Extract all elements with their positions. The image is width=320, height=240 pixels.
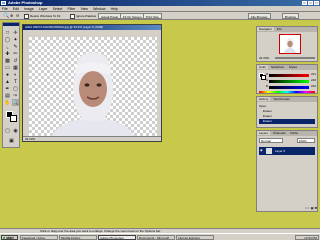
system-tray-clock[interactable]: 12:54 PM <box>295 235 319 240</box>
zoom-in-icon[interactable]: ⊕ <box>10 13 13 19</box>
actual-pixels-button[interactable]: Actual Pixels <box>98 13 122 19</box>
gradient-tool-icon[interactable]: ▦ <box>12 64 19 71</box>
crop-tool-icon[interactable]: ⌞ <box>4 43 11 50</box>
tab-swatches[interactable]: Swatches <box>269 65 286 69</box>
tools-palette: □ ✛ ◯ ✦ ⌞ ✎ ✚ ✏ ▩ ↺ ▭ ▦ ● ◐ ▲ T ✒ ▢ ▤ ✑ … <box>2 22 20 148</box>
hand-tool-icon[interactable]: ✋ <box>4 99 11 106</box>
hijab-portrait-image <box>49 52 137 141</box>
layer-row-selected[interactable]: ◉ Layer 0 <box>259 147 315 155</box>
navigator-tabs: Navigator Info <box>257 27 317 32</box>
ignore-palettes-checkbox[interactable]: Ignore Palettes <box>70 13 96 19</box>
tab-channels[interactable]: Channels <box>271 131 288 135</box>
brushes-tab[interactable]: Brushes <box>282 13 300 19</box>
eye-icon[interactable]: ◉ <box>260 148 264 153</box>
layers-tabs: Layers Channels Paths <box>257 131 317 136</box>
tools-palette-titlebar <box>3 23 19 26</box>
navigator-zoom-value: 33.33% <box>259 56 270 60</box>
document-zoom-level: 33.33% <box>23 136 161 141</box>
start-button[interactable]: ■ start <box>1 235 18 240</box>
magic-wand-tool-icon[interactable]: ✦ <box>12 36 19 43</box>
healing-brush-tool-icon[interactable]: ✚ <box>4 50 11 57</box>
history-item-selected[interactable]: Eraser <box>259 119 315 124</box>
color-r-slider[interactable] <box>269 74 309 77</box>
standard-mode-icon[interactable]: ▢ <box>4 127 11 134</box>
quick-mask-mode-icon[interactable]: ◉ <box>12 127 19 134</box>
color-tabs: Color Swatches Styles <box>257 65 317 70</box>
taskbar: ■ start Facebook | Inbox Mozilla Firefox… <box>0 233 320 240</box>
windows-logo-icon: ■ <box>3 236 6 240</box>
tab-color[interactable]: Color <box>257 65 269 69</box>
opacity-field[interactable]: 100% <box>297 138 315 143</box>
taskbar-item[interactable]: Facebook | Inbox <box>20 235 58 240</box>
options-bar: 🔍 ⊕ ⊖ Resize Windows To Fit Ignore Palet… <box>0 12 320 20</box>
tab-navigator[interactable]: Navigator <box>257 27 274 31</box>
resize-windows-checkbox[interactable]: Resize Windows To Fit <box>24 13 60 19</box>
layers-footer-icons[interactable]: □ ○ ▦ ✖ <box>287 206 317 211</box>
background-color-swatch[interactable] <box>10 115 17 122</box>
tab-styles[interactable]: Styles <box>287 65 299 69</box>
tab-history[interactable]: History <box>257 97 271 101</box>
blend-mode-select[interactable]: Normal <box>259 138 283 143</box>
slice-tool-icon[interactable]: ✎ <box>12 43 19 50</box>
close-button[interactable] <box>314 1 319 5</box>
color-g-label: G <box>266 78 269 82</box>
history-brush-tool-icon[interactable]: ↺ <box>12 57 19 64</box>
color-g-value[interactable]: 246 <box>311 78 316 82</box>
document-title: HIDA WIDYA KHOIRUNNISA.jpg @ 33.3% (Laye… <box>23 25 161 30</box>
navigator-portrait-thumbnail <box>284 38 296 53</box>
marquee-tool-icon[interactable]: □ <box>4 29 11 36</box>
color-b-value[interactable]: 232 <box>311 84 316 88</box>
history-palette: History Tool Presets Open Eraser Eraser … <box>256 96 318 128</box>
layer-thumbnail <box>266 148 272 154</box>
lasso-tool-icon[interactable]: ◯ <box>4 36 11 43</box>
navigator-zoom-slider[interactable] <box>275 57 315 59</box>
print-size-button[interactable]: Print Size <box>143 13 162 19</box>
color-ramp[interactable] <box>259 91 315 93</box>
shape-tool-icon[interactable]: ▢ <box>12 85 19 92</box>
clone-stamp-tool-icon[interactable]: ▩ <box>4 57 11 64</box>
color-b-label: B <box>266 84 269 88</box>
brush-tool-icon[interactable]: ✏ <box>12 50 19 57</box>
dodge-tool-icon[interactable]: ◐ <box>12 71 19 78</box>
maximize-button[interactable] <box>308 1 313 5</box>
taskbar-item[interactable]: Mozilla Firefox <box>59 235 97 240</box>
type-tool-icon[interactable]: T <box>12 78 19 85</box>
eraser-tool-icon[interactable]: ▭ <box>4 64 11 71</box>
taskbar-item[interactable]: Document1 - Microsoft <box>137 235 175 240</box>
zoom-tool-icon: 🔍 <box>3 13 10 19</box>
zoom-out-icon[interactable]: ⊖ <box>16 13 19 19</box>
navigator-palette: Navigator Info 33.33% <box>256 26 318 62</box>
notes-tool-icon[interactable]: ▤ <box>4 92 11 99</box>
color-r-value[interactable]: 241 <box>311 72 316 76</box>
tab-layers[interactable]: Layers <box>257 131 271 135</box>
tab-tool-presets[interactable]: Tool Presets <box>271 97 292 101</box>
image-canvas[interactable] <box>29 37 157 141</box>
tab-paths[interactable]: Paths <box>288 131 300 135</box>
taskbar-item-active[interactable]: Adobe Photoshop <box>98 235 136 240</box>
document-window: HIDA WIDYA KHOIRUNNISA.jpg @ 33.3% (Laye… <box>22 24 162 142</box>
eyedropper-tool-icon[interactable]: ✑ <box>12 92 19 99</box>
color-g-slider[interactable] <box>269 80 309 83</box>
tab-info[interactable]: Info <box>275 27 284 31</box>
color-r-label: R <box>266 72 269 76</box>
screen-mode-icon[interactable]: ▣ <box>8 137 15 144</box>
color-b-slider[interactable] <box>269 86 309 89</box>
fit-on-screen-button[interactable]: Fit On Screen <box>120 13 145 19</box>
photoshop-app-icon <box>1 1 6 5</box>
layers-palette: Layers Channels Paths Normal 100% ◉ Laye… <box>256 130 318 212</box>
minimize-button[interactable] <box>302 1 307 5</box>
taskbar-item[interactable]: Internet Explorer <box>176 235 214 240</box>
history-tabs: History Tool Presets <box>257 97 317 102</box>
move-tool-icon[interactable]: ✛ <box>12 29 19 36</box>
file-browser-tab[interactable]: File Browser <box>248 13 271 19</box>
blur-tool-icon[interactable]: ● <box>4 71 11 78</box>
navigator-thumbnail[interactable] <box>279 34 301 54</box>
zoom-tool-button-icon[interactable]: 🔍 <box>12 99 19 106</box>
pen-tool-icon[interactable]: ✒ <box>4 85 11 92</box>
path-selection-tool-icon[interactable]: ▲ <box>4 78 11 85</box>
layer-name[interactable]: Layer 0 <box>275 148 285 154</box>
color-palette: Color Swatches Styles R 241 G 246 B 232 <box>256 64 318 94</box>
